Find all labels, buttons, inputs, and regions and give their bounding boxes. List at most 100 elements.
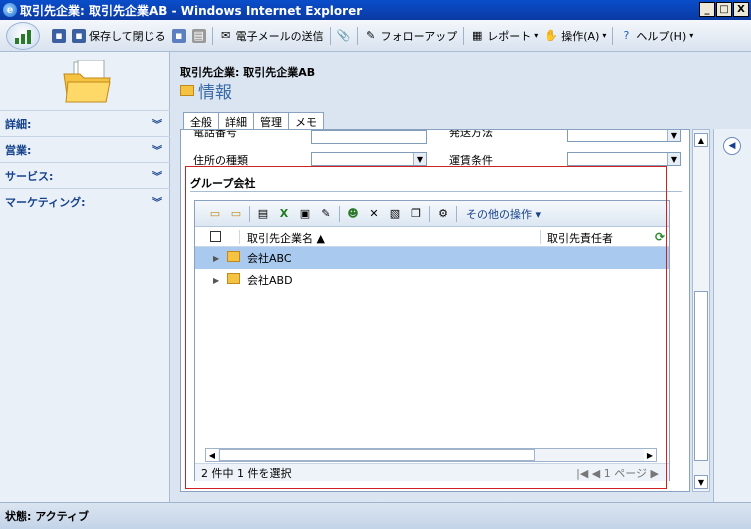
add-existing-icon[interactable]: ▭ xyxy=(207,206,223,222)
ship-method-select[interactable]: ▼ xyxy=(567,130,681,142)
toolbar-separator xyxy=(211,26,213,45)
address-type-label: 住所の種類 xyxy=(193,154,248,167)
report-icon: ▦ xyxy=(472,29,483,42)
column-primary-contact[interactable]: 取引先責任者 xyxy=(547,230,613,246)
workflow-icon[interactable]: ⚙ xyxy=(435,206,451,222)
follow-up-label: フォローアップ xyxy=(380,29,458,43)
add-new-icon[interactable]: ▭ xyxy=(228,206,244,222)
chevron-double-down-icon: ︾ xyxy=(152,146,162,157)
horizontal-scrollbar[interactable]: ◀ ▶ xyxy=(205,448,657,462)
select-all-checkbox[interactable] xyxy=(210,231,221,242)
collapse-arrow-icon[interactable]: ◀ xyxy=(723,137,741,155)
maximize-button[interactable]: □ xyxy=(716,2,732,17)
share-icon[interactable]: ▧ xyxy=(387,206,403,222)
phone-input[interactable] xyxy=(311,130,427,144)
freight-terms-select[interactable]: ▼ xyxy=(567,152,681,166)
section-heading: 情報 xyxy=(180,78,232,103)
right-pane: ◀ xyxy=(713,129,751,502)
page-label: 1 ページ xyxy=(603,466,648,480)
selection-count: 2 件中 1 件を選択 xyxy=(201,466,292,480)
prev-page-icon[interactable]: ◀ xyxy=(592,467,600,480)
actions-label: 操作(A) xyxy=(561,29,600,43)
scroll-down-icon[interactable]: ▼ xyxy=(694,475,708,489)
report-menu[interactable]: ▦ レポート ▾ xyxy=(470,28,538,44)
excel-export-icon[interactable]: X xyxy=(276,206,292,222)
follow-up-button[interactable]: ✎ フォローアップ xyxy=(364,28,458,44)
scroll-up-icon[interactable]: ▲ xyxy=(694,133,708,147)
delete-icon[interactable]: ✕ xyxy=(366,206,382,222)
scrollbar-thumb[interactable] xyxy=(219,449,535,461)
vertical-scrollbar[interactable]: ▲ ▼ xyxy=(692,129,710,492)
tab-notes[interactable]: メモ xyxy=(288,112,324,130)
chevron-double-down-icon: ︾ xyxy=(152,120,162,131)
send-email-button[interactable]: ✉ 電子メールの送信 xyxy=(219,28,324,44)
section-title: グループ会社 xyxy=(190,177,256,190)
actions-menu[interactable]: ✋ 操作(A) ▾ xyxy=(544,28,606,44)
refresh-icon[interactable]: ⟳ xyxy=(655,230,665,244)
tab-general[interactable]: 全般 xyxy=(183,112,219,130)
nav-group-marketing[interactable]: マーケティング: ︾ xyxy=(0,188,170,214)
group-companies-grid: ▭ ▭ ▤ X ▣ ✎ ☻ ✕ ▧ ❐ ⚙ その他の操作 ▾ 取引先企業名 ▲ xyxy=(194,200,670,481)
chevron-double-down-icon: ︾ xyxy=(152,198,162,209)
main-toolbar: ▪ ▪ 保存して閉じる ▪ ▤ ✉ 電子メールの送信 📎 ✎ フォローアップ ▦… xyxy=(0,20,751,52)
folder-icon xyxy=(227,273,240,284)
table-row[interactable]: ▶ 会社ABC xyxy=(195,247,669,269)
close-button[interactable]: X xyxy=(733,2,749,17)
scrollbar-thumb[interactable] xyxy=(694,291,708,461)
window-title: 取引先企業: 取引先企業AB - Windows Internet Explor… xyxy=(20,3,363,18)
table-row[interactable]: ▶ 会社ABD xyxy=(195,269,669,291)
email-icon: ✉ xyxy=(221,29,231,42)
expand-arrow-icon[interactable]: ▶ xyxy=(213,276,219,285)
toolbar-separator xyxy=(463,26,465,45)
nav-group-sales[interactable]: 営業: ︾ xyxy=(0,136,170,162)
printer-icon[interactable]: ▤ xyxy=(255,206,271,222)
toolbar-separator xyxy=(456,205,457,222)
crm-logo-icon xyxy=(6,21,40,50)
toolbar-separator xyxy=(356,26,358,45)
chevron-double-down-icon: ︾ xyxy=(152,172,162,183)
left-navigation: 詳細: ︾ 営業: ︾ サービス: ︾ マーケティング: ︾ xyxy=(0,52,170,502)
toolbar-separator xyxy=(339,205,340,222)
tab-details[interactable]: 詳細 xyxy=(218,112,254,130)
help-menu[interactable]: ? ヘルプ(H) ▾ xyxy=(619,28,693,44)
save-new-icon: ▪ xyxy=(171,28,186,43)
save-new-button[interactable]: ▪ xyxy=(171,28,186,43)
form-tabs: 全般 詳細 管理 メモ xyxy=(183,112,324,130)
save-close-icon: ▪ xyxy=(72,28,86,43)
folder-small-icon xyxy=(180,85,194,96)
nav-group-service[interactable]: サービス: ︾ xyxy=(0,162,170,188)
nav-group-details[interactable]: 詳細: ︾ xyxy=(0,110,170,136)
user-assign-icon[interactable]: ☻ xyxy=(345,206,361,222)
expand-arrow-icon[interactable]: ▶ xyxy=(213,254,219,263)
paperclip-icon: 📎 xyxy=(336,29,351,42)
save-button[interactable]: ▪ xyxy=(52,28,66,43)
grid-header: 取引先企業名 ▲ 取引先責任者 ⟳ xyxy=(195,227,669,247)
toolbar-separator xyxy=(612,26,614,45)
minimize-button[interactable]: _ xyxy=(699,2,715,17)
tab-administration[interactable]: 管理 xyxy=(253,112,289,130)
print-button[interactable]: ▤ xyxy=(191,28,206,43)
mail-merge-icon[interactable]: ▣ xyxy=(297,206,313,222)
folder-icon xyxy=(227,251,240,262)
chevron-down-icon: ▾ xyxy=(689,31,694,40)
section-divider xyxy=(190,191,682,192)
more-actions-menu[interactable]: その他の操作 ▾ xyxy=(466,206,541,222)
chevron-down-icon: ▼ xyxy=(667,130,680,141)
assign-icon[interactable]: ✎ xyxy=(318,206,334,222)
scroll-left-icon[interactable]: ◀ xyxy=(206,449,218,461)
column-account-name[interactable]: 取引先企業名 ▲ xyxy=(247,230,325,246)
scroll-right-icon[interactable]: ▶ xyxy=(644,449,656,461)
next-page-icon[interactable]: ▶ xyxy=(651,467,659,480)
toolbar-separator xyxy=(329,26,331,45)
attach-button[interactable]: 📎 xyxy=(337,29,351,43)
column-separator xyxy=(239,230,240,244)
address-type-select[interactable]: ▼ xyxy=(311,152,427,166)
copy-icon[interactable]: ❐ xyxy=(408,206,424,222)
status-text: 状態: アクティブ xyxy=(5,510,90,523)
row-account-name: 会社ABC xyxy=(247,252,292,265)
form-panel: 電話番号 発送方法 ▼ 住所の種類 ▼ 運賃条件 ▼ グループ会社 ▭ ▭ ▤ … xyxy=(180,129,690,492)
report-label: レポート xyxy=(487,29,532,43)
chevron-down-icon: ▾ xyxy=(602,31,607,40)
save-close-button[interactable]: ▪ 保存して閉じる xyxy=(72,28,166,44)
first-page-icon[interactable]: |◀ xyxy=(576,467,588,480)
